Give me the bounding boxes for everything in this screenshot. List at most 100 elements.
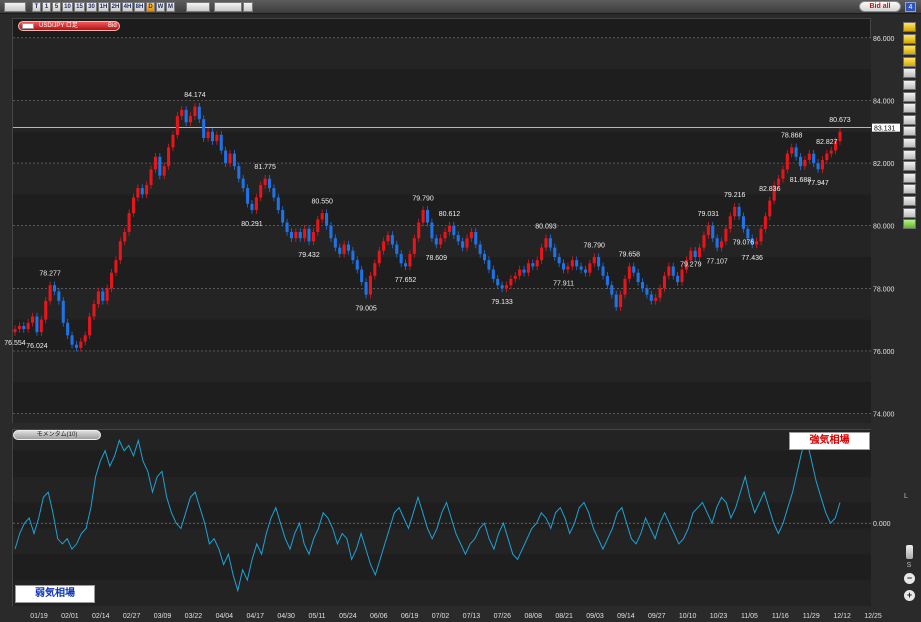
vbar-tool-icon[interactable] [903, 126, 916, 137]
candle-body [777, 178, 781, 185]
candle-body [259, 184, 263, 198]
candle-body [31, 316, 35, 323]
candle-body [228, 153, 232, 164]
candle-body [597, 257, 601, 267]
candle-body [399, 253, 403, 264]
candle-body [325, 213, 329, 226]
zoom-out-button[interactable]: − [904, 573, 915, 584]
chart-svg: 86.000 84.000 82.000 80.000 78.000 76.000 74.0… [4, 36, 900, 620]
candle-body [79, 341, 83, 348]
candle-body [52, 285, 57, 292]
candle-body [425, 210, 430, 223]
grid-band [13, 382, 871, 414]
candle-body [763, 216, 767, 229]
candle-body [443, 231, 447, 239]
date-tick-label: 02/27 [123, 613, 141, 620]
grid-band [13, 100, 871, 132]
candle-body [294, 231, 298, 239]
candle-body [513, 275, 517, 279]
paint-tool-icon[interactable] [903, 184, 916, 195]
date-tick-label: 03/22 [185, 613, 203, 620]
alarm-tool-icon[interactable] [903, 172, 916, 183]
candle-body [737, 206, 741, 217]
data-tool-icon[interactable] [903, 219, 916, 230]
candle-body [184, 109, 188, 123]
candle-body [215, 134, 219, 142]
candle-body [676, 275, 680, 283]
candle-body [570, 260, 574, 267]
erase-tool-icon[interactable] [903, 196, 916, 206]
flag-tool-icon[interactable] [903, 56, 916, 67]
candle-body [491, 269, 495, 279]
candle-body [39, 319, 43, 333]
zoom-slider-handle[interactable] [906, 545, 913, 559]
clip-tool-icon[interactable] [903, 207, 916, 218]
candle-body [158, 156, 162, 176]
candle-body [623, 278, 627, 295]
swing-point-label: 82.836 [759, 186, 781, 193]
candle-body [307, 228, 311, 242]
date-tick-label: 08/08 [524, 613, 542, 620]
candle-body [640, 282, 645, 289]
pencil-tool-icon[interactable] [903, 91, 916, 102]
candle-body [105, 288, 109, 301]
candle-body [649, 294, 653, 301]
candle-body [588, 263, 592, 273]
candle-body [820, 159, 824, 170]
candle-body [645, 288, 649, 295]
candle-body [654, 297, 658, 301]
price-tick-label: 74.000 [873, 412, 895, 419]
candle-body [390, 235, 394, 245]
swing-point-label: 80.673 [829, 117, 851, 124]
candle-body [123, 231, 127, 242]
pencil-tool-icon[interactable] [903, 80, 916, 90]
candle-body [92, 303, 96, 317]
candle-body [829, 150, 833, 154]
cursor-tool-icon[interactable] [903, 22, 916, 32]
grid-band [13, 413, 871, 423]
candle-body [601, 266, 605, 276]
candle-body [693, 250, 697, 258]
candle-body [364, 282, 368, 295]
candle-body [803, 159, 807, 167]
candle-body [447, 225, 451, 232]
pen-tool-icon[interactable] [903, 68, 916, 79]
candle-body [540, 247, 544, 261]
swing-point-label: 78.790 [584, 242, 606, 249]
candle-body [535, 260, 539, 267]
grid-band [13, 37, 871, 70]
date-tick-label: 07/26 [494, 613, 512, 620]
swing-point-label: 80.550 [311, 198, 333, 205]
axis-l-label: L [904, 493, 908, 500]
candle-body [70, 335, 74, 345]
candle-body [838, 131, 842, 142]
candle-body [193, 106, 197, 117]
palette-tool-icon[interactable] [903, 33, 916, 44]
candle-body [232, 153, 236, 167]
candle-body [662, 275, 667, 289]
candle-body [333, 238, 337, 248]
candle-body [768, 200, 772, 217]
candle-body [636, 272, 640, 283]
swing-point-label: 79.279 [680, 262, 702, 269]
swing-point-label: 79.216 [724, 192, 746, 199]
dash-tool-icon[interactable] [903, 114, 916, 125]
candle-body [250, 203, 254, 211]
zoom-in-button[interactable]: + [904, 590, 915, 601]
lock-tool-icon[interactable] [903, 45, 916, 56]
grid-band [13, 288, 871, 320]
candle-body [267, 178, 272, 189]
date-tick-label: 09/03 [586, 613, 604, 620]
line-tool-icon[interactable] [903, 103, 916, 114]
candle-body [114, 260, 118, 273]
candle-body [518, 269, 522, 276]
swing-point-label: 78.609 [426, 255, 448, 262]
candle-body [368, 275, 372, 295]
swing-point-label: 78.277 [39, 270, 61, 277]
candle-body [74, 344, 78, 348]
candle-body [592, 257, 596, 264]
fib-tool-icon[interactable] [903, 138, 916, 148]
list-tool-icon[interactable] [903, 149, 916, 160]
momentum-indicator-label[interactable]: モメンタム(10) [13, 430, 101, 440]
list-tool-icon[interactable] [903, 161, 916, 172]
